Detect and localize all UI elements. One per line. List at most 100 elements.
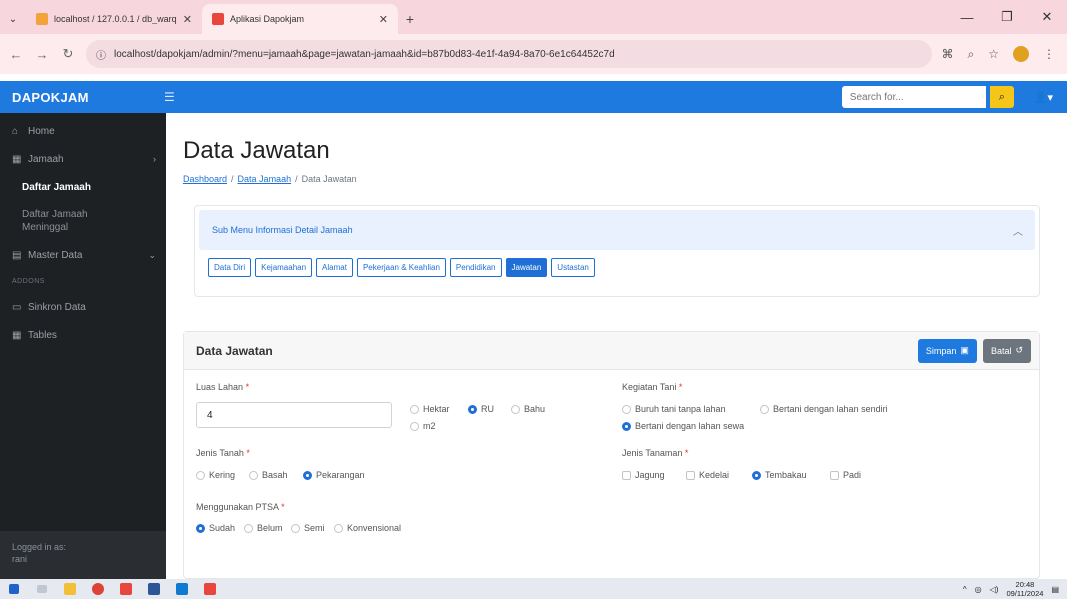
tray-chevron-up-icon[interactable]: ^ (963, 585, 967, 594)
browser-menu-icon[interactable]: ⋮ (1043, 47, 1055, 61)
zoom-icon[interactable]: ⌕ (968, 47, 975, 62)
vscode-icon[interactable] (168, 579, 196, 599)
sidebar-item-sinkron-data[interactable]: ▭ Sinkron Data (0, 293, 166, 321)
pill-kejamaahan[interactable]: Kejamaahan (255, 258, 313, 277)
search-input[interactable] (841, 86, 986, 108)
luas-lahan-label: Luas Lahan * (196, 382, 249, 392)
tanah-pekarangan-radio[interactable]: Pekarangan (303, 470, 365, 480)
pill-data-diri[interactable]: Data Diri (208, 258, 252, 277)
window-controls: — ❐ ✕ (947, 0, 1067, 34)
submenu-header[interactable]: Sub Menu Informasi Detail Jamaah ︿ (199, 210, 1035, 250)
option-label: Kering (209, 470, 236, 480)
forward-icon[interactable]: → (34, 47, 50, 62)
ptsa-belum-radio[interactable]: Belum (244, 523, 283, 533)
unit-ru-radio[interactable]: RU (468, 404, 494, 414)
task-view-icon[interactable] (28, 579, 56, 599)
tanaman-tembakau-radio[interactable]: Tembakau (752, 470, 807, 480)
sidebar-item-daftar-jamaah[interactable]: Daftar Jamaah (0, 173, 166, 201)
radio-icon (622, 404, 631, 414)
tanah-basah-radio[interactable]: Basah (249, 470, 288, 480)
tanaman-kedelai-checkbox[interactable]: Kedelai (686, 470, 729, 480)
address-bar[interactable]: ⓘ localhost/dapokjam/admin/?menu=jamaah&… (86, 40, 932, 68)
sidebar-item-label: Home (28, 125, 55, 137)
breadcrumb-data-jamaah[interactable]: Data Jamaah (238, 174, 292, 184)
unit-hektar-radio[interactable]: Hektar (410, 404, 450, 414)
tanah-kering-radio[interactable]: Kering (196, 470, 235, 480)
kegiatan-lahan-sendiri-radio[interactable]: Bertani dengan lahan sendiri (760, 404, 888, 414)
user-menu-icon[interactable]: 👤▾ (1034, 91, 1053, 104)
luas-lahan-label-text: Luas Lahan (196, 382, 244, 392)
luas-lahan-input[interactable] (196, 402, 392, 428)
calendar-icon: ▦ (12, 153, 22, 165)
option-label: Hektar (423, 404, 450, 414)
required-mark: * (678, 382, 683, 392)
bookmark-star-icon[interactable]: ☆ (988, 47, 999, 61)
pill-pendidikan[interactable]: Pendidikan (449, 258, 502, 277)
radio-icon (334, 523, 343, 533)
translate-icon[interactable]: ⌘ (942, 47, 954, 61)
sidebar-item-master-data[interactable]: ▤ Master Data ⌄ (0, 241, 166, 269)
ptsa-konvensional-radio[interactable]: Konvensional (334, 523, 401, 533)
sidebar-toggle-icon[interactable]: ☰ (164, 90, 175, 104)
tab-close-icon[interactable]: ✕ (379, 13, 388, 26)
site-info-icon[interactable]: ⓘ (96, 47, 106, 62)
browser-tab-dapokjam[interactable]: Aplikasi Dapokjam ✕ (202, 4, 398, 34)
breadcrumb-dashboard[interactable]: Dashboard (183, 174, 227, 184)
clock[interactable]: 20:48 09/11/2024 (1006, 580, 1043, 598)
sidebar: ⌂ Home ▦ Jamaah › Daftar Jamaah Daftar J… (0, 113, 166, 579)
pill-ustastan[interactable]: Ustastan (551, 258, 595, 277)
sidebar-item-daftar-jamaah-meninggal[interactable]: Daftar Jamaah Meninggal (0, 201, 120, 241)
minimize-icon[interactable]: — (947, 0, 987, 34)
tanaman-jagung-checkbox[interactable]: Jagung (622, 470, 665, 480)
cancel-label: Batal (990, 345, 1012, 356)
pill-pekerjaan-keahlian[interactable]: Pekerjaan & Keahlian (356, 258, 446, 277)
sidebar-item-tables[interactable]: ▦ Tables (0, 321, 166, 349)
kegiatan-lahan-sewa-radio[interactable]: Bertani dengan lahan sewa (622, 421, 744, 431)
browser-tab-phpmyadmin[interactable]: localhost / 127.0.0.1 / db_warq ✕ (26, 4, 202, 34)
jenis-tanaman-label-text: Jenis Tanaman (622, 448, 683, 458)
dapokjam-app-icon[interactable] (196, 579, 224, 599)
pill-jawatan[interactable]: Jawatan (505, 258, 548, 277)
sidebar-item-home[interactable]: ⌂ Home (0, 117, 166, 145)
option-label: Buruh tani tanpa lahan (635, 404, 726, 414)
xampp-icon[interactable] (112, 579, 140, 599)
unit-m2-radio[interactable]: m2 (410, 421, 436, 431)
search-button[interactable]: ⌕ (989, 86, 1014, 108)
option-label: Pekarangan (316, 470, 365, 480)
volume-icon[interactable]: ◁) (990, 585, 999, 594)
notifications-icon[interactable]: ▤ (1051, 585, 1059, 594)
tab-list-chevron-icon[interactable]: ⌄ (0, 4, 26, 34)
ptsa-semi-radio[interactable]: Semi (291, 523, 325, 533)
file-explorer-icon[interactable] (56, 579, 84, 599)
submenu-pills: Data Diri Kejamaahan Alamat Pekerjaan & … (195, 258, 1039, 277)
sidebar-item-jamaah[interactable]: ▦ Jamaah › (0, 145, 166, 173)
tab-close-icon[interactable]: ✕ (183, 13, 192, 26)
clock-time: 20:48 (1015, 580, 1035, 589)
brand-logo[interactable]: DAPOKJAM (0, 90, 160, 105)
maximize-icon[interactable]: ❐ (987, 0, 1027, 34)
reload-icon[interactable]: ↻ (60, 46, 76, 62)
kegiatan-buruh-radio[interactable]: Buruh tani tanpa lahan (622, 404, 726, 414)
windows-start-icon[interactable] (0, 579, 28, 599)
option-label: Tembakau (765, 470, 807, 480)
chevron-up-icon[interactable]: ︿ (1013, 223, 1023, 238)
cancel-button[interactable]: Batal ↺ (982, 338, 1031, 363)
back-icon[interactable]: ← (8, 47, 24, 62)
tab-title: localhost / 127.0.0.1 / db_warq (54, 14, 177, 24)
new-tab-button[interactable]: + (398, 4, 422, 34)
tanaman-padi-checkbox[interactable]: Padi (830, 470, 861, 480)
ptsa-sudah-radio[interactable]: Sudah (196, 523, 235, 533)
word-icon[interactable] (140, 579, 168, 599)
tab-title: Aplikasi Dapokjam (230, 14, 305, 24)
network-icon[interactable]: ◎ (975, 585, 982, 594)
submenu-card: Sub Menu Informasi Detail Jamaah ︿ Data … (194, 205, 1040, 297)
close-window-icon[interactable]: ✕ (1027, 0, 1067, 34)
breadcrumb-separator: / (295, 174, 298, 184)
profile-avatar-icon[interactable] (1013, 46, 1029, 62)
save-label: Simpan (925, 345, 957, 356)
save-button[interactable]: Simpan ▣ (917, 338, 977, 363)
unit-bahu-radio[interactable]: Bahu (511, 404, 545, 414)
pill-alamat[interactable]: Alamat (316, 258, 353, 277)
phpmyadmin-favicon-icon (36, 13, 48, 25)
chrome-icon[interactable] (84, 579, 112, 599)
